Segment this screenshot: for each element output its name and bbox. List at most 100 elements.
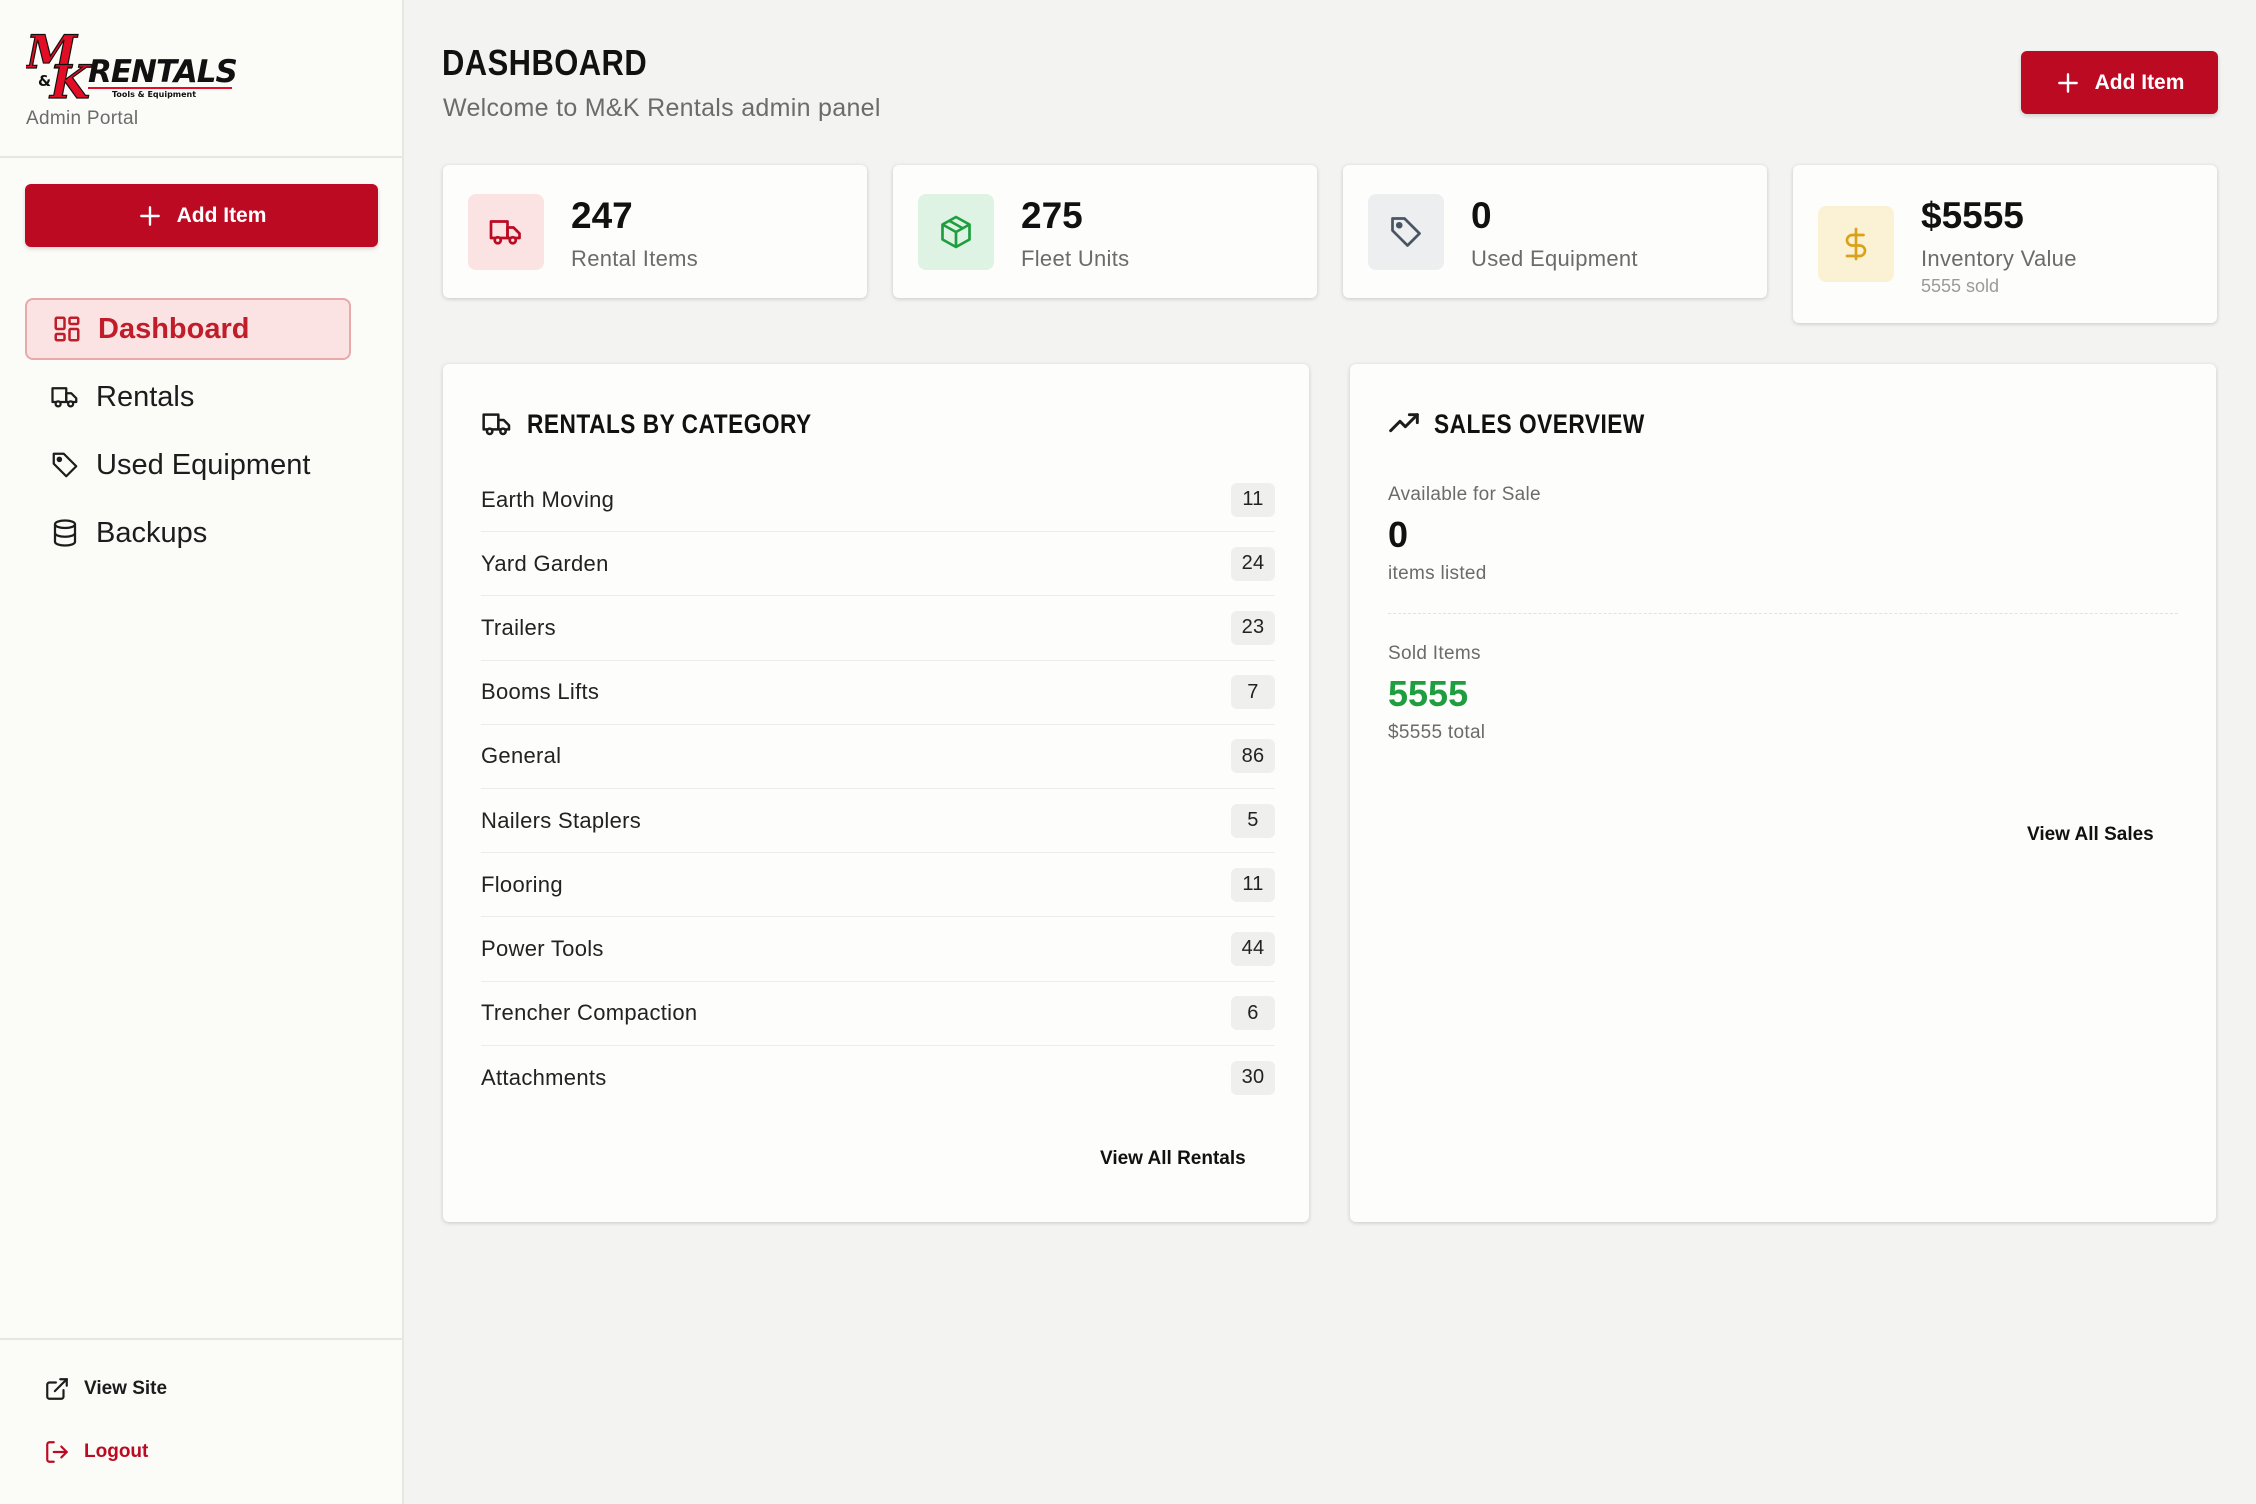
category-count-badge: 7	[1231, 675, 1275, 710]
category-name: Attachments	[481, 1064, 607, 1090]
stat-card-fleet-units: 275 Fleet Units	[893, 165, 1317, 298]
category-name: General	[481, 743, 562, 769]
category-row[interactable]: Flooring 11	[481, 853, 1275, 918]
category-name: Trencher Compaction	[481, 1000, 698, 1026]
plus-icon	[139, 205, 160, 226]
sold-items-caption: $5555 total	[1388, 722, 1486, 743]
category-count-badge: 6	[1231, 996, 1275, 1031]
category-row[interactable]: Nailers Staplers 5	[481, 789, 1275, 854]
trending-up-icon	[1389, 413, 1419, 433]
sold-items-label: Sold Items	[1388, 643, 1481, 664]
stat-icon-wrap	[918, 194, 994, 270]
page-subtitle: Welcome to M&K Rentals admin panel	[443, 94, 881, 122]
category-row[interactable]: General 86	[481, 725, 1275, 789]
sidebar-item-label: Used Equipment	[96, 448, 311, 481]
sidebar-add-item-button[interactable]: Add Item	[25, 184, 378, 247]
sidebar-item-dashboard[interactable]: Dashboard	[25, 298, 351, 360]
stat-card-inventory-value: $5555 Inventory Value 5555 sold	[1793, 165, 2217, 323]
sold-items-value: 5555	[1388, 673, 1469, 714]
svg-text:K: K	[48, 55, 92, 104]
rentals-by-category-panel: RENTALS BY CATEGORY Earth Moving 11 Yard …	[443, 364, 1309, 1222]
category-row[interactable]: Trailers 23	[481, 596, 1275, 661]
header-add-item-label: Add Item	[2094, 70, 2185, 94]
stat-card-used-equipment: 0 Used Equipment	[1343, 165, 1767, 298]
available-for-sale-caption: items listed	[1388, 563, 1487, 584]
available-for-sale-label: Available for Sale	[1388, 484, 1541, 505]
sidebar-item-used-equipment[interactable]: Used Equipment	[25, 434, 351, 496]
category-name: Earth Moving	[481, 486, 615, 512]
divider	[1388, 613, 2178, 614]
view-all-rentals-link[interactable]: View All Rentals	[1100, 1148, 1246, 1170]
sidebar-footer: View Site Logout	[0, 1338, 404, 1504]
category-row[interactable]: Attachments 30	[481, 1046, 1275, 1110]
stat-icon-wrap	[1368, 194, 1444, 270]
page-title: DASHBOARD	[442, 42, 648, 83]
category-count-badge: 86	[1231, 739, 1275, 774]
logout-link[interactable]: Logout	[44, 1439, 148, 1465]
sidebar-nav: Dashboard Rentals Used Equipment Backups	[25, 298, 351, 570]
plus-icon	[2057, 72, 2078, 93]
category-row[interactable]: Booms Lifts 7	[481, 661, 1275, 725]
sidebar-item-backups[interactable]: Backups	[25, 502, 351, 564]
box-icon	[941, 215, 971, 249]
panel-title: SALES OVERVIEW	[1388, 408, 1685, 440]
stat-label: Fleet Units	[1021, 246, 1130, 271]
stat-extra: 5555 sold	[1921, 276, 2000, 296]
dashboard-grid-icon	[54, 316, 80, 342]
external-link-icon	[46, 1378, 68, 1400]
logout-label: Logout	[84, 1441, 149, 1462]
category-name: Trailers	[481, 614, 556, 640]
view-site-link[interactable]: View Site	[44, 1376, 167, 1402]
sidebar-add-item-label: Add Item	[176, 203, 267, 227]
category-name: Flooring	[481, 871, 563, 897]
truck-icon	[482, 413, 511, 436]
available-for-sale-value: 0	[1388, 514, 1409, 555]
sidebar-item-rentals[interactable]: Rentals	[25, 366, 351, 428]
tag-icon	[52, 452, 78, 478]
stat-value: 247	[571, 195, 633, 236]
stat-label: Rental Items	[571, 246, 699, 271]
stat-label: Inventory Value	[1921, 246, 2077, 271]
svg-text:&: &	[38, 72, 51, 90]
sidebar-item-label: Backups	[96, 516, 208, 549]
category-count-badge: 24	[1231, 546, 1275, 581]
database-icon	[53, 519, 77, 547]
category-list: Earth Moving 11 Yard Garden 24 Trailers 23 …	[481, 468, 1275, 1110]
stat-card-rental-items: 247 Rental Items	[443, 165, 867, 298]
category-row[interactable]: Power Tools 44	[481, 917, 1275, 982]
stat-icon-wrap	[468, 194, 544, 270]
category-count-badge: 11	[1231, 867, 1275, 902]
sidebar: M K & RENTALS Tools & Equipment Admin Po…	[0, 0, 404, 1504]
category-count-badge: 30	[1231, 1060, 1275, 1095]
category-count-badge: 44	[1231, 931, 1275, 966]
category-count-badge: 23	[1231, 610, 1275, 645]
category-row[interactable]: Earth Moving 11	[481, 468, 1275, 533]
category-count-badge: 11	[1231, 482, 1275, 517]
dollar-icon	[1845, 227, 1867, 261]
sidebar-item-label: Rentals	[96, 380, 195, 413]
svg-text:RENTALS: RENTALS	[88, 54, 236, 90]
tag-icon	[1391, 217, 1421, 247]
stat-value: $5555	[1921, 195, 2024, 236]
category-name: Yard Garden	[481, 550, 609, 576]
brand-subtitle: Admin Portal	[26, 108, 139, 129]
view-all-sales-link[interactable]: View All Sales	[2027, 824, 2154, 846]
category-count-badge: 5	[1231, 803, 1275, 838]
company-logo[interactable]: M K & RENTALS Tools & Equipment	[26, 24, 236, 104]
panel-title-text: SALES OVERVIEW	[1434, 408, 1645, 439]
truck-icon	[51, 387, 78, 408]
category-row[interactable]: Yard Garden 24	[481, 532, 1275, 597]
category-row[interactable]: Trencher Compaction 6	[481, 982, 1275, 1046]
panel-title-text: RENTALS BY CATEGORY	[527, 408, 812, 439]
header-add-item-button[interactable]: Add Item	[2021, 51, 2218, 114]
stat-icon-wrap	[1818, 206, 1894, 282]
svg-text:Tools & Equipment: Tools & Equipment	[112, 90, 196, 99]
category-name: Nailers Staplers	[481, 807, 642, 833]
sales-overview-panel: SALES OVERVIEW Available for Sale 0 item…	[1350, 364, 2216, 1222]
stat-value: 275	[1021, 195, 1083, 236]
brand-header: M K & RENTALS Tools & Equipment Admin Po…	[0, 0, 402, 158]
view-site-label: View Site	[84, 1378, 168, 1399]
panel-title: RENTALS BY CATEGORY	[481, 408, 866, 440]
truck-icon	[489, 220, 521, 245]
stat-label: Used Equipment	[1471, 246, 1638, 271]
